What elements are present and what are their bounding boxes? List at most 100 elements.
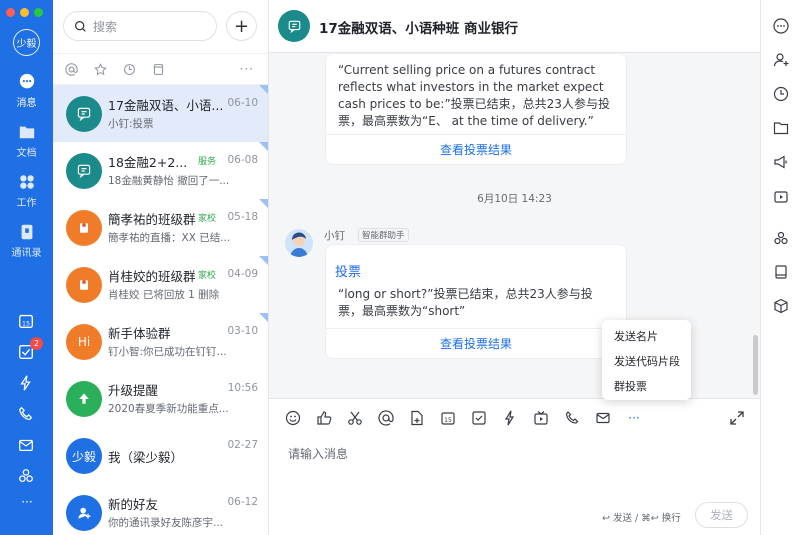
composer-toolbar: 15 ···: [285, 410, 642, 426]
conversation-item[interactable]: 簡孝祐的班级群 家校 05-18 簡孝祐的直播：XX 已结...: [53, 199, 268, 256]
chat-scrollbar[interactable]: [753, 335, 758, 395]
nav-work-label: 工作: [16, 198, 37, 209]
nav-work[interactable]: 工作: [0, 173, 53, 209]
group-apps-icon[interactable]: [773, 230, 789, 246]
file-upload-icon[interactable]: [409, 410, 425, 426]
send-shortcut-hint: ↩ 发送 / ⌘↩ 换行: [602, 513, 681, 524]
calendar-icon[interactable]: 15: [440, 410, 456, 426]
thumbs-up-icon[interactable]: [316, 410, 332, 426]
vote-result-text: “Current selling price on a futures cont…: [338, 63, 610, 128]
calendar-icon[interactable]: 15: [17, 312, 37, 332]
conversation-name: 升级提醒: [108, 383, 159, 398]
send-code-snippet-menu-item[interactable]: 发送代码片段: [602, 349, 691, 374]
conversation-item[interactable]: 肖桂姣的班级群 家校 04-09 肖桂姣 已将回放 1 删除: [53, 256, 268, 313]
group-avatar: [66, 96, 102, 132]
right-tool-rail: [760, 0, 799, 535]
minimize-window-button[interactable]: [20, 8, 29, 17]
emoji-icon[interactable]: [285, 410, 301, 426]
history-clock-icon[interactable]: [773, 86, 789, 102]
nav-more-button[interactable]: ···: [17, 495, 37, 515]
add-member-icon[interactable]: [773, 52, 789, 68]
nav-contacts[interactable]: 通讯录: [0, 223, 53, 259]
live-video-icon[interactable]: [533, 410, 549, 426]
pinned-marker: [259, 199, 268, 208]
conversation-item[interactable]: 17金融双语、小语... 06-10 小钉:投票: [53, 85, 268, 142]
conversation-preview: 钉小智:你已成功在钉钉...: [108, 346, 227, 358]
svg-text:15: 15: [22, 321, 30, 328]
conversation-tag: 家校: [198, 214, 217, 224]
phone-icon[interactable]: [17, 405, 37, 425]
phone-icon[interactable]: [564, 410, 580, 426]
conversation-time: 06-08: [227, 154, 258, 166]
apps-icon[interactable]: [17, 467, 37, 487]
class-group-avatar: [66, 210, 102, 246]
send-card-menu-item[interactable]: 发送名片: [602, 324, 691, 349]
composer: 15 ··· 请输入消息 ↩ 发送 / ⌘↩ 换行 发送: [269, 398, 760, 535]
chat-header: 17金融双语、小语种班 商业银行: [269, 0, 760, 53]
mail-icon[interactable]: [595, 410, 611, 426]
add-user-icon: [78, 507, 91, 519]
archive-icon[interactable]: [152, 63, 165, 76]
folder-icon[interactable]: [773, 120, 789, 136]
lightning-icon[interactable]: [17, 374, 37, 394]
view-vote-results-link[interactable]: 查看投票结果: [326, 328, 626, 358]
zoom-window-button[interactable]: [34, 8, 43, 17]
live-icon[interactable]: [773, 188, 789, 204]
expand-icon[interactable]: [729, 410, 745, 426]
at-mention-icon[interactable]: [378, 410, 394, 426]
nav-docs-label: 文档: [16, 148, 37, 159]
conversation-time: 06-12: [227, 496, 258, 508]
create-button[interactable]: +: [226, 11, 257, 41]
vote-card-title[interactable]: 投票: [326, 245, 626, 280]
conversation-list: 搜索 + ··· 17金融双语、小语... 06-10 小钉:投票 18金融2+…: [53, 0, 269, 535]
conversation-item[interactable]: 升级提醒 10:56 2020春夏季新功能重点...: [53, 370, 268, 427]
add-app-cube-icon[interactable]: [773, 298, 789, 314]
conversation-preview: 小钉:投票: [108, 118, 154, 130]
task-icon[interactable]: [471, 410, 487, 426]
more-tools-button[interactable]: ···: [626, 410, 642, 426]
star-icon[interactable]: [94, 62, 107, 76]
scissors-icon[interactable]: [347, 410, 363, 426]
user-avatar[interactable]: 少毅: [13, 29, 40, 56]
bot-avatar[interactable]: [285, 229, 313, 257]
more-options-icon[interactable]: [773, 18, 789, 34]
conversation-item[interactable]: 18金融2+2... 服务 06-08 18金融黄静怡 撤回了一...: [53, 142, 268, 199]
pinned-marker: [259, 256, 268, 265]
vote-card-text: “long or short?”投票已结束，总共23人参与投票，最高票数为“sh…: [338, 287, 593, 318]
clock-icon[interactable]: [123, 63, 136, 76]
conversation-name: 簡孝祐的班级群: [108, 212, 196, 227]
conversation-time: 02-27: [227, 439, 258, 451]
announcement-icon[interactable]: [773, 154, 789, 170]
group-vote-menu-item[interactable]: 群投票: [602, 374, 691, 399]
send-button[interactable]: 发送: [695, 502, 748, 528]
newbie-group-avatar: Hi: [66, 324, 102, 360]
chat-group-avatar[interactable]: [278, 10, 310, 42]
close-window-button[interactable]: [6, 8, 15, 17]
upgrade-avatar: [66, 381, 102, 417]
vote-card: 投票 “long or short?”投票已结束，总共23人参与投票，最高票数为…: [325, 244, 627, 359]
search-input[interactable]: 搜索: [63, 11, 217, 41]
nav-rail: 少毅 消息 文档 工作 通讯录 15 2 ···: [0, 0, 53, 535]
filter-bar: ···: [53, 53, 268, 85]
message-input[interactable]: 请输入消息: [288, 445, 348, 462]
chat-bubble-icon: [19, 73, 34, 89]
at-mention-icon[interactable]: [65, 62, 78, 76]
filter-more-button[interactable]: ···: [240, 62, 254, 76]
nav-docs[interactable]: 文档: [0, 123, 53, 159]
lightning-icon[interactable]: [502, 410, 518, 426]
conversation-preview: 你的通讯录好友陈彦宇...: [108, 517, 224, 529]
conversation-item[interactable]: 新的好友 06-12 你的通讯录好友陈彦宇...: [53, 484, 268, 535]
conversation-item[interactable]: 少毅 我（梁少毅） 02-27: [53, 427, 268, 484]
new-friend-avatar: [66, 495, 102, 531]
group-chat-icon: [288, 20, 300, 33]
pinned-marker: [259, 313, 268, 322]
conversation-name: 18金融2+2...: [108, 155, 188, 170]
mail-icon[interactable]: [17, 436, 37, 456]
book-icon: [80, 223, 88, 233]
conversation-item[interactable]: Hi 新手体验群 03-10 钉小智:你已成功在钉钉...: [53, 313, 268, 370]
vote-result-card: “Current selling price on a futures cont…: [325, 53, 627, 165]
view-vote-results-link[interactable]: 查看投票结果: [326, 134, 626, 164]
conversation-tag: 服务: [198, 157, 217, 167]
notebook-icon[interactable]: [773, 264, 789, 280]
nav-messages[interactable]: 消息: [0, 73, 53, 109]
